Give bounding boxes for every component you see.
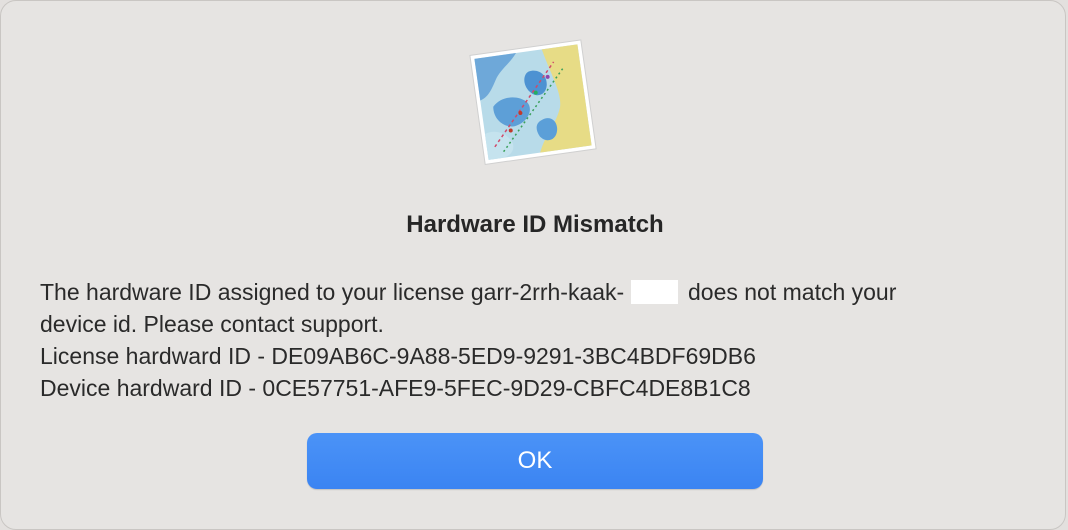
redacted-license-segment xyxy=(630,280,678,304)
message-license-text: The hardware ID assigned to your license… xyxy=(40,279,625,305)
dialog-title: Hardware ID Mismatch xyxy=(406,211,664,238)
license-hardware-id: License hardward ID - DE09AB6C-9A88-5ED9… xyxy=(40,343,756,369)
device-hardware-id: Device hardward ID - 0CE57751-AFE9-5FEC-… xyxy=(40,375,751,401)
alert-dialog: Hardware ID Mismatch The hardware ID ass… xyxy=(0,0,1066,530)
dialog-message: The hardware ID assigned to your license… xyxy=(40,276,1030,404)
message-support-text: device id. Please contact support. xyxy=(40,311,384,337)
message-mismatch-text: does not match your xyxy=(687,279,897,305)
nautical-chart-icon xyxy=(463,31,605,173)
message-line: The hardware ID assigned to your license… xyxy=(40,276,1030,308)
ok-button[interactable]: OK xyxy=(307,433,763,489)
